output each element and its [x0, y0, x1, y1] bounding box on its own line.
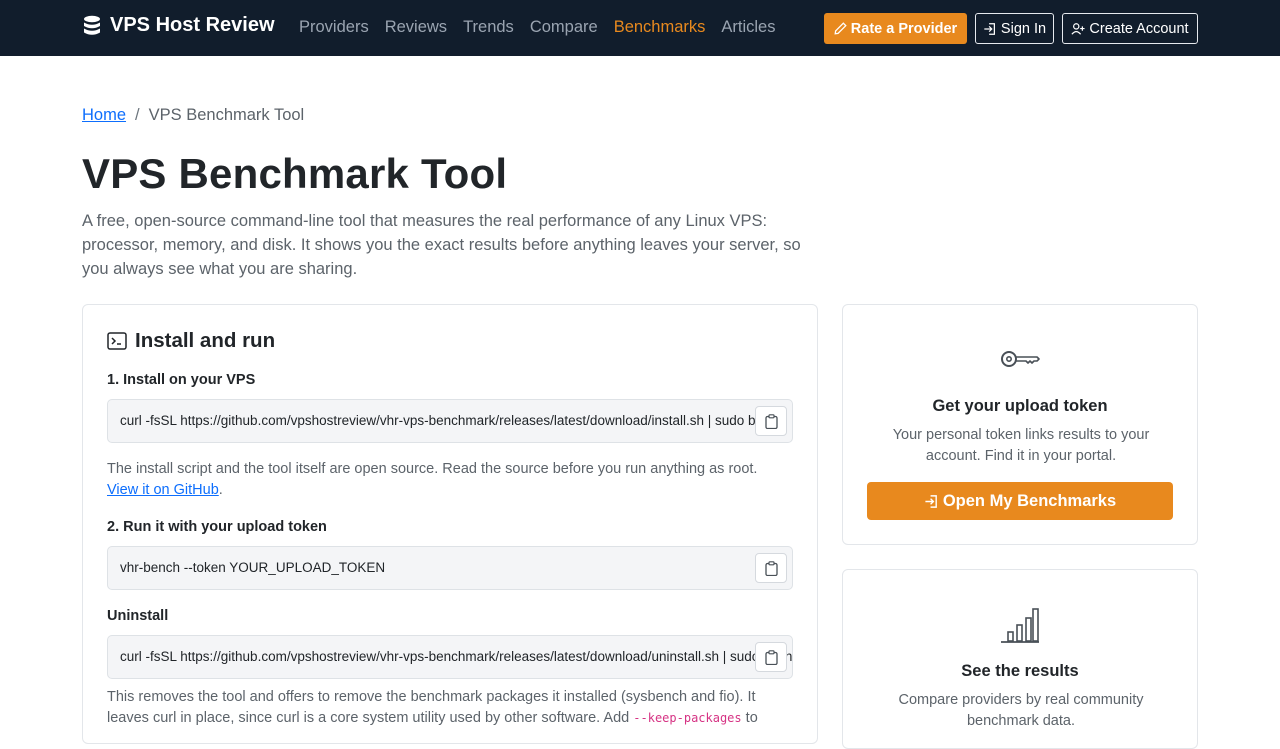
uninstall-command[interactable]: curl -fsSL https://github.com/vpshostrev…	[120, 649, 792, 664]
key-icon-wrap	[843, 347, 1197, 371]
breadcrumb-current: VPS Benchmark Tool	[148, 106, 305, 124]
install-note-end: .	[218, 482, 223, 498]
bar-chart-icon	[1001, 608, 1039, 643]
copy-run-button[interactable]	[755, 553, 787, 583]
token-card-title: Get your upload token	[932, 397, 1108, 415]
brand-link[interactable]: VPS Host Review	[82, 14, 275, 37]
results-card-title: See the results	[961, 662, 1079, 680]
install-note-text: The install script and the tool itself a…	[107, 461, 758, 477]
create-account-label: Create Account	[1089, 20, 1189, 37]
step2-label: 2. Run it with your upload token	[107, 519, 327, 535]
open-benchmarks-label: Open My Benchmarks	[942, 491, 1117, 510]
database-icon	[84, 15, 100, 35]
nav-link-benchmarks[interactable]: Benchmarks	[614, 18, 706, 37]
clipboard-icon	[764, 649, 778, 665]
breadcrumb-separator: /	[135, 106, 140, 124]
clipboard-icon	[764, 413, 778, 429]
install-heading-text: Install and run	[135, 329, 276, 352]
nav-link-articles[interactable]: Articles	[721, 18, 775, 37]
sign-in-icon	[925, 494, 937, 508]
rate-provider-button[interactable]: Rate a Provider	[824, 13, 967, 44]
step1-label: 1. Install on your VPS	[107, 372, 256, 388]
install-heading: Install and run	[107, 329, 275, 353]
keep-packages-flag: --keep-packages	[633, 711, 742, 725]
install-command-box: curl -fsSL https://github.com/vpshostrev…	[107, 399, 793, 443]
pencil-icon	[834, 22, 847, 35]
nav-link-providers[interactable]: Providers	[299, 18, 369, 37]
open-benchmarks-button[interactable]: Open My Benchmarks	[867, 482, 1173, 520]
terminal-icon	[107, 332, 127, 350]
person-plus-icon	[1071, 22, 1085, 35]
sign-in-button[interactable]: Sign In	[975, 13, 1054, 44]
breadcrumb-home-link[interactable]: Home	[82, 106, 126, 125]
nav-links: Providers Reviews Trends Compare Benchmarks A…	[299, 18, 791, 37]
install-card: Install and run 1. Install on your VPS c…	[82, 304, 818, 744]
uninstall-note-b: to	[741, 710, 758, 726]
bar-chart-icon-wrap	[843, 606, 1197, 644]
uninstall-command-box: curl -fsSL https://github.com/vpshostrev…	[107, 635, 793, 679]
upload-token-card: Get your upload token Your personal toke…	[842, 304, 1198, 545]
uninstall-note: This removes the tool and offers to remo…	[107, 687, 787, 729]
run-command[interactable]: vhr-bench --token YOUR_UPLOAD_TOKEN	[120, 560, 385, 575]
github-link[interactable]: View it on GitHub	[107, 482, 219, 498]
copy-uninstall-button[interactable]	[755, 642, 787, 672]
page-lead: A free, open-source command-line tool th…	[82, 212, 801, 278]
page-title: VPS Benchmark Tool	[82, 150, 508, 197]
install-command[interactable]: curl -fsSL https://github.com/vpshostrev…	[120, 413, 777, 428]
sign-in-icon	[984, 22, 995, 35]
uninstall-label: Uninstall	[107, 608, 169, 624]
brand-name: VPS Host Review	[110, 14, 275, 36]
results-card: See the results Compare providers by rea…	[842, 569, 1198, 749]
rate-provider-label: Rate a Provider	[850, 20, 958, 37]
nav-link-compare[interactable]: Compare	[530, 18, 598, 37]
sign-in-label: Sign In	[1000, 20, 1047, 37]
token-card-text: Your personal token links results to you…	[892, 427, 1150, 464]
run-command-box: vhr-bench --token YOUR_UPLOAD_TOKEN	[107, 546, 793, 590]
top-navbar: VPS Host Review Providers Reviews Trends Co…	[0, 0, 1280, 56]
breadcrumb: Home / VPS Benchmark Tool	[82, 106, 304, 125]
nav-link-reviews[interactable]: Reviews	[385, 18, 447, 37]
nav-link-trends[interactable]: Trends	[463, 18, 514, 37]
key-icon	[1001, 351, 1040, 367]
install-note: The install script and the tool itself a…	[107, 459, 787, 501]
copy-install-button[interactable]	[755, 406, 787, 436]
clipboard-icon	[764, 560, 778, 576]
create-account-button[interactable]: Create Account	[1062, 13, 1198, 44]
results-card-text: Compare providers by real community benc…	[898, 692, 1144, 729]
